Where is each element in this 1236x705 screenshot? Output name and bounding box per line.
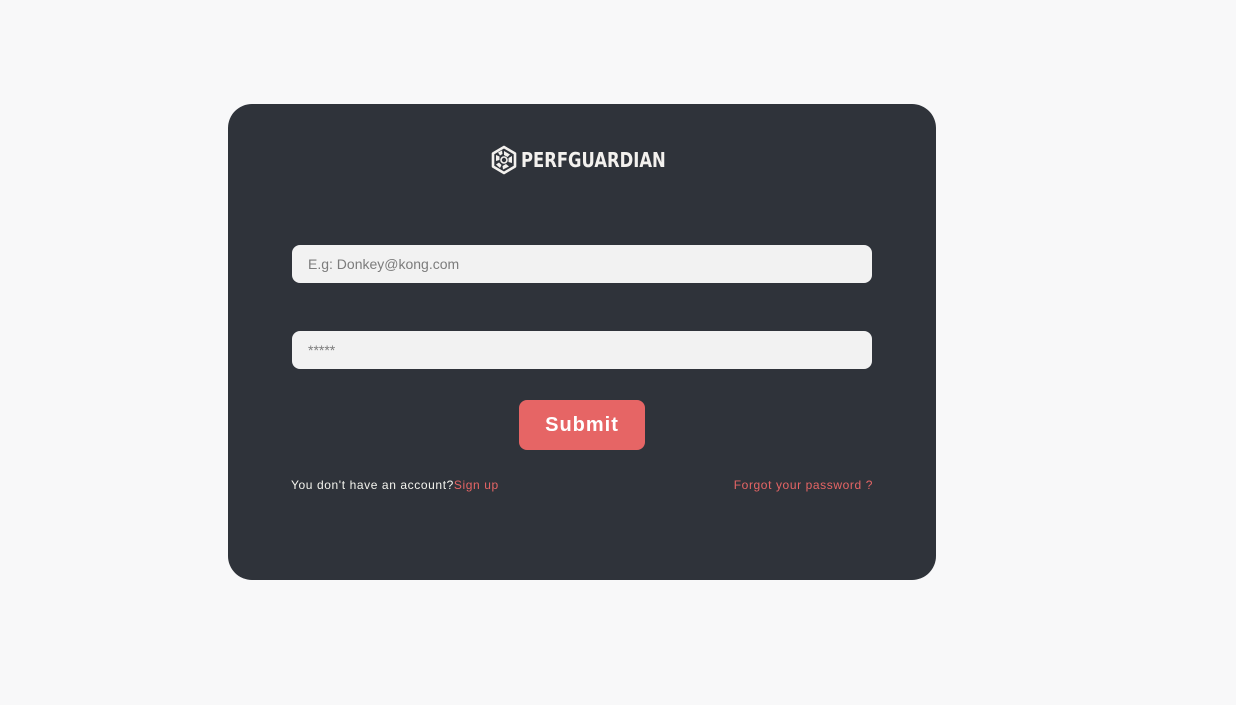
password-field[interactable] xyxy=(292,331,872,369)
email-field[interactable] xyxy=(292,245,872,283)
submit-button[interactable]: Submit xyxy=(519,400,645,450)
forgot-password-link[interactable]: Forgot your password ? xyxy=(734,478,873,492)
signup-prompt-text: You don't have an account? xyxy=(291,478,454,492)
login-footer: You don't have an account?Sign up Forgot… xyxy=(291,478,873,494)
perfguardian-logo-icon xyxy=(491,145,517,175)
brand-header: PERFGUARDIAN xyxy=(228,144,936,176)
login-card: PERFGUARDIAN Submit You don't have an ac… xyxy=(228,104,936,580)
signup-prompt-row: You don't have an account?Sign up xyxy=(291,478,499,492)
brand-name: PERFGUARDIAN xyxy=(521,148,666,172)
signup-link[interactable]: Sign up xyxy=(454,478,499,492)
